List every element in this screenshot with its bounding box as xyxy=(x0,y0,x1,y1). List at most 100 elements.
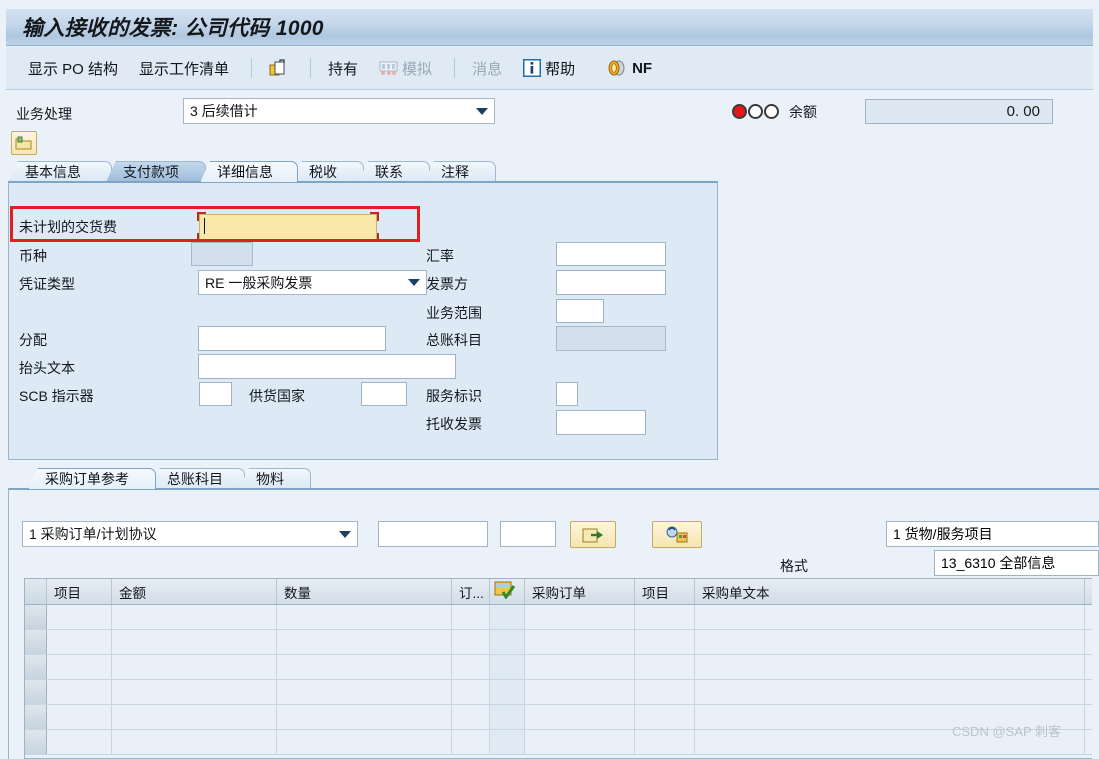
cell-item[interactable] xyxy=(47,730,112,754)
service-indicator-input[interactable] xyxy=(556,382,578,406)
po-item-input[interactable] xyxy=(500,521,556,547)
cell-order-unit[interactable] xyxy=(452,730,490,754)
simulate-button[interactable]: 模拟 xyxy=(371,54,440,83)
item-category-select[interactable]: 1 货物/服务项目 xyxy=(886,521,1099,547)
cell-po-item[interactable] xyxy=(635,605,695,629)
cell-po[interactable] xyxy=(525,630,635,654)
row-selector[interactable] xyxy=(25,630,47,654)
supplying-country-input[interactable] xyxy=(361,382,407,406)
tab-tax[interactable]: 税收 xyxy=(292,161,364,182)
cell-quantity[interactable] xyxy=(277,630,452,654)
unplanned-delivery-cost-input[interactable] xyxy=(197,212,379,242)
show-po-structure-button[interactable]: 显示 PO 结构 xyxy=(20,54,126,83)
nf-button[interactable]: NF xyxy=(598,55,660,81)
cell-order-unit[interactable] xyxy=(452,655,490,679)
cell-check[interactable] xyxy=(490,705,525,729)
grid-header-order-unit[interactable]: 订... xyxy=(452,579,490,604)
cell-check[interactable] xyxy=(490,605,525,629)
cell-item[interactable] xyxy=(47,630,112,654)
cell-quantity[interactable] xyxy=(277,705,452,729)
tab-contact[interactable]: 联系 xyxy=(358,161,430,182)
cell-amount[interactable] xyxy=(112,730,277,754)
cell-item[interactable] xyxy=(47,705,112,729)
cell-check[interactable] xyxy=(490,730,525,754)
tab-basic-info[interactable]: 基本信息 xyxy=(8,161,112,182)
po-reference-type-select[interactable]: 1 采购订单/计划协议 xyxy=(22,521,358,547)
cell-po-item[interactable] xyxy=(635,705,695,729)
goto-button[interactable] xyxy=(570,521,616,548)
cell-order-unit[interactable] xyxy=(452,630,490,654)
cell-amount[interactable] xyxy=(112,680,277,704)
help-button[interactable]: 帮助 xyxy=(515,54,583,83)
cell-po-item[interactable] xyxy=(635,630,695,654)
grid-header-po-item[interactable]: 项目 xyxy=(635,579,695,604)
doc-type-select[interactable]: RE 一般采购发票 xyxy=(198,270,427,295)
tab-gl-account[interactable]: 总账科目 xyxy=(150,468,245,489)
table-row[interactable] xyxy=(25,705,1092,730)
grid-header-item[interactable]: 项目 xyxy=(47,579,112,604)
worklist-folder-button[interactable] xyxy=(11,131,37,155)
cell-check[interactable] xyxy=(490,630,525,654)
table-row[interactable] xyxy=(25,730,1092,755)
cell-po[interactable] xyxy=(525,730,635,754)
cell-po-item[interactable] xyxy=(635,655,695,679)
cell-item[interactable] xyxy=(47,605,112,629)
cell-amount[interactable] xyxy=(112,705,277,729)
currency-input[interactable] xyxy=(191,242,253,266)
cell-amount[interactable] xyxy=(112,630,277,654)
tab-po-reference[interactable]: 采购订单参考 xyxy=(28,468,156,489)
cell-po[interactable] xyxy=(525,705,635,729)
table-row[interactable] xyxy=(25,630,1092,655)
cell-po-text[interactable] xyxy=(695,655,1085,679)
cell-po-text[interactable] xyxy=(695,605,1085,629)
cell-order-unit[interactable] xyxy=(452,605,490,629)
business-area-input[interactable] xyxy=(556,299,604,323)
hold-button[interactable]: 持有 xyxy=(320,54,366,83)
messages-button[interactable]: 消息 xyxy=(464,54,510,83)
cell-quantity[interactable] xyxy=(277,605,452,629)
cell-po-text[interactable] xyxy=(695,630,1085,654)
tab-note[interactable]: 注释 xyxy=(424,161,496,182)
table-row[interactable] xyxy=(25,680,1092,705)
exchange-rate-input[interactable] xyxy=(556,242,666,266)
tab-payment[interactable]: 支付款项 xyxy=(106,161,206,182)
row-selector[interactable] xyxy=(25,680,47,704)
cell-check[interactable] xyxy=(490,655,525,679)
invoicing-party-input[interactable] xyxy=(556,270,666,295)
cell-po[interactable] xyxy=(525,655,635,679)
row-selector[interactable] xyxy=(25,605,47,629)
business-transaction-select[interactable]: 3 后续借计 xyxy=(183,98,495,124)
cell-po[interactable] xyxy=(525,605,635,629)
cell-po[interactable] xyxy=(525,680,635,704)
cell-po-text[interactable] xyxy=(695,680,1085,704)
po-number-input[interactable] xyxy=(378,521,488,547)
cell-order-unit[interactable] xyxy=(452,705,490,729)
table-row[interactable] xyxy=(25,655,1092,680)
table-row[interactable] xyxy=(25,605,1092,630)
cell-amount[interactable] xyxy=(112,655,277,679)
header-text-input[interactable] xyxy=(198,354,456,379)
unlock-button[interactable] xyxy=(261,55,296,82)
gl-account-input[interactable] xyxy=(556,326,666,351)
show-worklist-button[interactable]: 显示工作清单 xyxy=(131,54,237,83)
cell-check[interactable] xyxy=(490,680,525,704)
cell-order-unit[interactable] xyxy=(452,680,490,704)
collection-invoice-input[interactable] xyxy=(556,410,646,435)
scb-indicator-input[interactable] xyxy=(199,382,232,406)
grid-header-selector[interactable] xyxy=(25,579,47,604)
grid-header-po-text[interactable]: 采购单文本 xyxy=(695,579,1085,604)
grid-header-check-icon-col[interactable] xyxy=(490,579,525,604)
cell-item[interactable] xyxy=(47,680,112,704)
assignment-input[interactable] xyxy=(198,326,386,351)
cell-quantity[interactable] xyxy=(277,655,452,679)
tab-detail-info[interactable]: 详细信息 xyxy=(200,161,298,182)
cell-item[interactable] xyxy=(47,655,112,679)
cell-po-item[interactable] xyxy=(635,680,695,704)
grid-header-quantity[interactable]: 数量 xyxy=(277,579,452,604)
row-selector[interactable] xyxy=(25,730,47,754)
tab-material[interactable]: 物料 xyxy=(239,468,311,489)
cell-quantity[interactable] xyxy=(277,730,452,754)
row-selector[interactable] xyxy=(25,655,47,679)
cell-amount[interactable] xyxy=(112,605,277,629)
grid-header-po[interactable]: 采购订单 xyxy=(525,579,635,604)
